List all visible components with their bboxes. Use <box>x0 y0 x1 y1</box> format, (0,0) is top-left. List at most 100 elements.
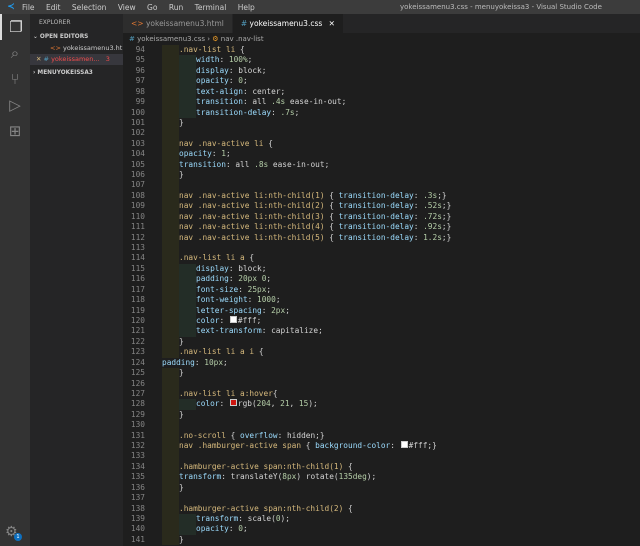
close-tab-icon[interactable]: ✕ <box>329 19 335 28</box>
code-token: : <box>194 357 205 367</box>
code-line: 105 transition: all .8s ease-in-out; <box>123 159 640 171</box>
code-line: 94 .nav-list li { <box>123 45 640 56</box>
menu-run[interactable]: Run <box>169 3 183 12</box>
menu-file[interactable]: File <box>22 3 35 12</box>
code-token: transition-delay <box>338 232 414 242</box>
code-token: .72s <box>423 211 442 221</box>
line-number: 116 <box>130 274 145 284</box>
code-token: transition-delay <box>338 222 414 232</box>
code-token: : <box>413 190 424 200</box>
indent-guide <box>179 97 196 108</box>
code-token: { <box>329 190 339 200</box>
indent-guide <box>162 232 179 244</box>
code-token: { <box>329 201 339 211</box>
line-number: 139 <box>130 513 145 523</box>
code-token: ; <box>223 357 228 367</box>
code-line: 137 <box>123 493 640 504</box>
menu-view[interactable]: View <box>118 3 136 12</box>
extensions-icon[interactable]: ⊞ <box>0 118 30 144</box>
code-token: .nav-list li a i <box>179 347 259 357</box>
indent-guide <box>179 399 196 410</box>
tab-css[interactable]: # yokeissamenu3.css ✕ <box>232 14 343 33</box>
code-token: 100% <box>228 55 248 65</box>
indent-guide <box>162 222 179 233</box>
indent-guide <box>162 159 179 171</box>
code-line: 130 <box>123 420 640 431</box>
indent-guide <box>162 180 179 191</box>
code-token: ; <box>280 86 286 96</box>
line-number: 109 <box>130 201 145 211</box>
code-line: 129} <box>123 409 640 421</box>
code-token: ; <box>341 97 347 107</box>
code-token: : <box>228 274 239 284</box>
menu-selection[interactable]: Selection <box>72 3 107 12</box>
code-token: nav .hamburger-active span <box>179 441 306 451</box>
line-number: 108 <box>130 190 145 200</box>
code-token: ; <box>225 149 231 159</box>
code-line: 125} <box>123 368 640 379</box>
indent-guide <box>179 284 196 296</box>
line-number: 113 <box>130 243 145 253</box>
indent-guide <box>162 368 179 379</box>
code-token: 8px <box>282 472 297 482</box>
indent-guide <box>162 263 179 275</box>
code-token: : <box>228 65 239 75</box>
tab-html[interactable]: <> yokeissamenu3.html <box>123 14 232 33</box>
close-icon[interactable]: ✕ <box>36 55 41 63</box>
code-token: ) rotate( <box>296 472 339 482</box>
code-editor[interactable]: 94 .nav-list li {95 width: 100%; 96 display:… <box>123 45 640 546</box>
code-token: { <box>329 232 339 242</box>
menu-help[interactable]: Help <box>238 3 255 12</box>
search-icon[interactable]: ⌕ <box>0 40 30 66</box>
code-token: transition-delay <box>338 190 414 200</box>
line-number: 132 <box>130 441 145 451</box>
line-number: 129 <box>130 409 145 419</box>
indent-guide <box>162 170 179 181</box>
menu-go[interactable]: Go <box>147 3 157 12</box>
code-token: .92s <box>423 222 442 232</box>
breadcrumb-file[interactable]: yokeissamenu3.css <box>137 35 205 43</box>
code-token: display <box>196 263 229 273</box>
line-number: 118 <box>130 295 145 305</box>
open-editor-css[interactable]: ✕ # yokeissamen... 3 <box>30 54 123 65</box>
open-editors-section[interactable]: ⌄ OPEN EDITORS <box>30 32 123 43</box>
indent-guide <box>179 263 196 275</box>
indent-guide <box>162 441 179 452</box>
indent-guide <box>162 295 179 306</box>
color-swatch <box>229 399 237 407</box>
breadcrumb-symbol[interactable]: nav .nav-list <box>221 35 264 43</box>
code-line: 107 <box>123 180 640 191</box>
code-token: nav .nav-active li:nth-child(5) <box>179 232 330 242</box>
line-number: 95 <box>135 55 145 65</box>
source-control-icon[interactable]: ⑂ <box>0 66 30 92</box>
code-token: .3s <box>423 190 438 200</box>
code-token: opacity <box>196 76 229 86</box>
line-number: 124 <box>130 357 145 367</box>
folder-section[interactable]: › MENUYOKEISSA3 <box>30 68 123 79</box>
line-number: 103 <box>130 138 145 148</box>
editor-tabs: <> yokeissamenu3.html # yokeissamenu3.cs… <box>123 14 640 33</box>
code-token: { <box>240 45 245 54</box>
explorer-icon[interactable]: ❐ <box>0 14 30 40</box>
menu-terminal[interactable]: Terminal <box>195 3 227 12</box>
code-line: 96 display: block; <box>123 65 640 77</box>
run-debug-icon[interactable]: ▷ <box>0 92 30 118</box>
indent-guide <box>162 399 179 410</box>
menu-edit[interactable]: Edit <box>46 3 61 12</box>
line-number: 105 <box>130 159 145 169</box>
code-token: 135deg <box>338 472 367 482</box>
settings-gear-icon[interactable]: ⚙ 1 <box>5 524 22 541</box>
code-token: , <box>289 399 299 409</box>
explorer-sidebar: EXPLORER ⌄ OPEN EDITORS <> yokeissamenu3… <box>30 14 123 546</box>
code-token: ; <box>318 326 323 336</box>
open-editor-html[interactable]: <> yokeissamenu3.ht... <box>30 43 123 54</box>
indent-guide <box>162 378 179 389</box>
code-token: } <box>179 409 184 419</box>
code-token: ; <box>285 305 290 315</box>
code-token: : <box>413 211 424 221</box>
tab-label: yokeissamenu3.css <box>249 19 323 28</box>
code-token: nav .nav-active li:nth-child(2) <box>179 201 330 211</box>
line-number: 137 <box>130 493 145 503</box>
code-token: ; <box>261 65 267 75</box>
indent-guide <box>162 451 179 462</box>
